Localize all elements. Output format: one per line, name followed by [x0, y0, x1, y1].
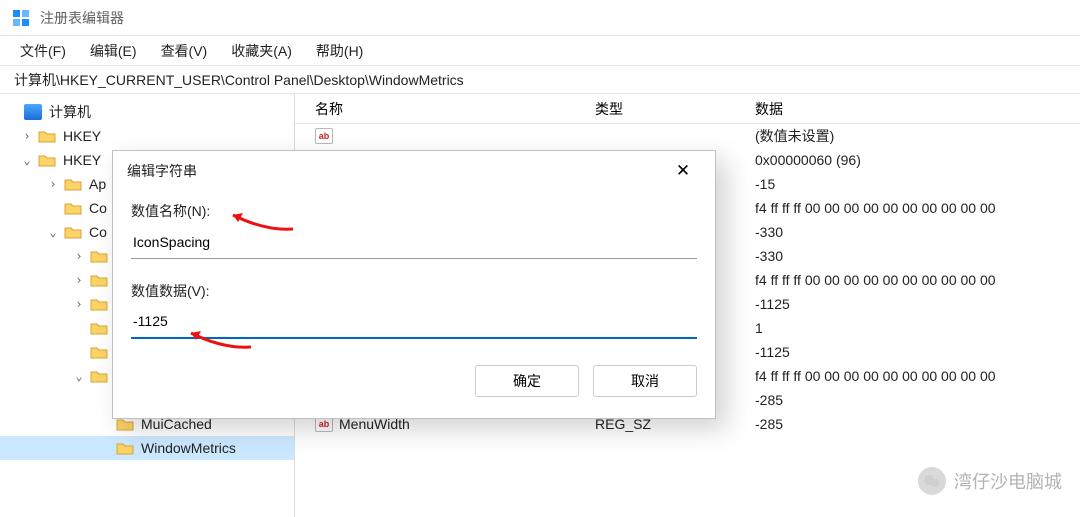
addressbar[interactable]: 计算机\HKEY_CURRENT_USER\Control Panel\Desk…: [0, 66, 1080, 94]
value-name-field[interactable]: [131, 225, 697, 259]
folder-icon: [90, 297, 108, 311]
collapse-icon[interactable]: ⌄: [46, 225, 60, 239]
computer-icon: [24, 104, 42, 120]
value-data: -285: [755, 416, 1080, 432]
folder-icon: [90, 345, 108, 359]
value-data: -1125: [755, 296, 1080, 312]
folder-icon: [64, 225, 82, 239]
value-data: (数值未设置): [755, 126, 1080, 146]
expand-icon[interactable]: ›: [72, 249, 86, 263]
folder-icon: [90, 321, 108, 335]
folder-icon: [90, 273, 108, 287]
window-title: 注册表编辑器: [40, 8, 124, 28]
menu-view[interactable]: 查看(V): [149, 37, 220, 65]
tree-windowmetrics[interactable]: WindowMetrics: [0, 436, 294, 460]
value-data: -15: [755, 176, 1080, 192]
folder-icon: [90, 369, 108, 383]
value-data: -1125: [755, 344, 1080, 360]
folder-icon: [64, 177, 82, 191]
titlebar: 注册表编辑器: [0, 0, 1080, 36]
cancel-button[interactable]: 取消: [593, 365, 697, 397]
tree-hkey-classes[interactable]: › HKEY: [0, 124, 294, 148]
ok-button[interactable]: 确定: [475, 365, 579, 397]
dialog-titlebar: 编辑字符串 ✕: [113, 151, 715, 191]
expand-icon[interactable]: ›: [20, 129, 34, 143]
string-value-icon: ab: [315, 128, 333, 144]
folder-icon: [64, 201, 82, 215]
watermark: 湾仔沙电脑城: [918, 467, 1062, 495]
value-data: 1: [755, 320, 1080, 336]
watermark-text: 湾仔沙电脑城: [954, 468, 1062, 494]
list-header: 名称 类型 数据: [295, 94, 1080, 124]
expand-icon[interactable]: ›: [72, 297, 86, 311]
menubar: 文件(F) 编辑(E) 查看(V) 收藏夹(A) 帮助(H): [0, 36, 1080, 66]
col-name[interactable]: 名称: [295, 99, 595, 119]
value-data: -330: [755, 224, 1080, 240]
col-data[interactable]: 数据: [755, 99, 1080, 119]
collapse-icon[interactable]: ⌄: [72, 369, 86, 383]
collapse-icon[interactable]: ⌄: [20, 153, 34, 167]
col-type[interactable]: 类型: [595, 99, 755, 119]
tree-root[interactable]: 计算机: [0, 100, 294, 124]
close-icon[interactable]: ✕: [665, 157, 701, 185]
value-name-label: 数值名称(N):: [131, 201, 697, 221]
value-data-label: 数值数据(V):: [131, 281, 697, 301]
address-path: 计算机\HKEY_CURRENT_USER\Control Panel\Desk…: [14, 70, 464, 90]
dialog-title: 编辑字符串: [127, 161, 197, 181]
folder-icon: [38, 129, 56, 143]
value-data: -330: [755, 248, 1080, 264]
value-data: f4 ff ff ff 00 00 00 00 00 00 00 00 00 0…: [755, 368, 1080, 384]
value-data: f4 ff ff ff 00 00 00 00 00 00 00 00 00 0…: [755, 272, 1080, 288]
folder-icon: [116, 441, 134, 455]
expand-icon[interactable]: ›: [46, 177, 60, 191]
menu-file[interactable]: 文件(F): [8, 37, 78, 65]
list-row[interactable]: ab (数值未设置): [295, 124, 1080, 148]
folder-icon: [90, 249, 108, 263]
value-data-field[interactable]: [131, 305, 697, 339]
expand-icon[interactable]: ›: [72, 273, 86, 287]
regedit-icon: [12, 9, 30, 27]
edit-string-dialog: 编辑字符串 ✕ 数值名称(N): 数值数据(V): 确定 取消: [112, 150, 716, 419]
wechat-icon: [918, 467, 946, 495]
value-data: f4 ff ff ff 00 00 00 00 00 00 00 00 00 0…: [755, 200, 1080, 216]
value-data: 0x00000060 (96): [755, 152, 1080, 168]
menu-favorites[interactable]: 收藏夹(A): [219, 37, 304, 65]
folder-icon: [38, 153, 56, 167]
menu-edit[interactable]: 编辑(E): [78, 37, 149, 65]
value-data: -285: [755, 392, 1080, 408]
menu-help[interactable]: 帮助(H): [304, 37, 375, 65]
folder-icon: [116, 417, 134, 431]
